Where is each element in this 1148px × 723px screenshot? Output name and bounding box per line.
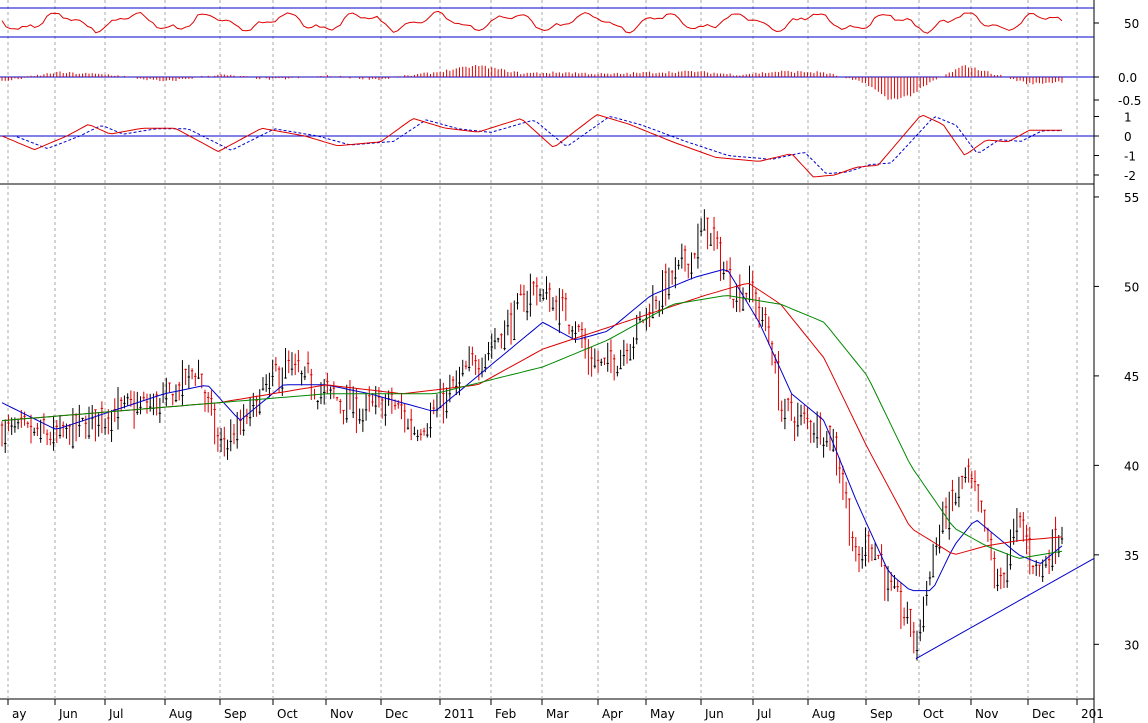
x-tick-label-15: Aug	[812, 707, 835, 721]
price-tick-label-5: 30	[1124, 638, 1139, 652]
osc3-tick-label-3: -2	[1124, 169, 1136, 183]
x-tick-label-9: Feb	[495, 707, 516, 721]
ma-slow-line	[1, 295, 1063, 559]
price-tick-label-0: 55	[1124, 191, 1139, 205]
x-tick-label-11: Apr	[602, 707, 623, 721]
price-tick-label-3: 40	[1124, 459, 1139, 473]
x-tick-label-1: Jun	[58, 707, 78, 721]
osc2-tick-label-1: -0.5	[1118, 94, 1141, 108]
x-tick-label-14: Jul	[756, 707, 771, 721]
x-tick-label-8: 2011	[444, 707, 475, 721]
x-tick-label-0: ay	[12, 707, 26, 721]
x-tick-label-7: Dec	[385, 707, 408, 721]
x-tick-label-20: 201	[1081, 707, 1104, 721]
x-tick-label-2: Jul	[108, 707, 123, 721]
osc3-tick-label-2: -1	[1124, 150, 1136, 164]
osc3-tick-label-0: 1	[1124, 111, 1132, 125]
x-tick-label-3: Aug	[169, 707, 192, 721]
ma-fast-line	[1, 269, 1063, 592]
x-tick-label-4: Sep	[224, 707, 247, 721]
x-tick-label-19: Dec	[1032, 707, 1055, 721]
osc1-tick-label-0: 50	[1124, 17, 1139, 31]
chart-svg: ay Jun Jul Aug Sep Oct Nov Dec 2011 Feb Mar Apr May J…	[0, 0, 1141, 723]
ma-mid-line	[1, 282, 1063, 555]
price-tick-label-2: 45	[1124, 370, 1139, 384]
x-tick-label-17: Oct	[923, 707, 944, 721]
x-tick-label-5: Oct	[277, 707, 298, 721]
x-tick-label-6: Nov	[330, 707, 353, 721]
price-tick-label-1: 50	[1124, 280, 1139, 294]
osc2-tick-label-0: 0.0	[1118, 71, 1137, 85]
x-tick-label-13: Jun	[704, 707, 724, 721]
price-tick-label-4: 35	[1124, 549, 1139, 563]
osc3-tick-label-1: 0	[1124, 130, 1132, 144]
osc3-signal-line	[2, 116, 1062, 174]
x-tick-label-16: Sep	[870, 707, 893, 721]
x-tick-label-10: Mar	[546, 707, 569, 721]
osc3-main-line	[1, 114, 1062, 178]
x-tick-label-12: May	[650, 707, 675, 721]
x-tick-label-18: Nov	[975, 707, 998, 721]
stock-chart: ay Jun Jul Aug Sep Oct Nov Dec 2011 Feb Mar Apr May J…	[0, 0, 1148, 723]
osc1-line	[1, 10, 1063, 34]
